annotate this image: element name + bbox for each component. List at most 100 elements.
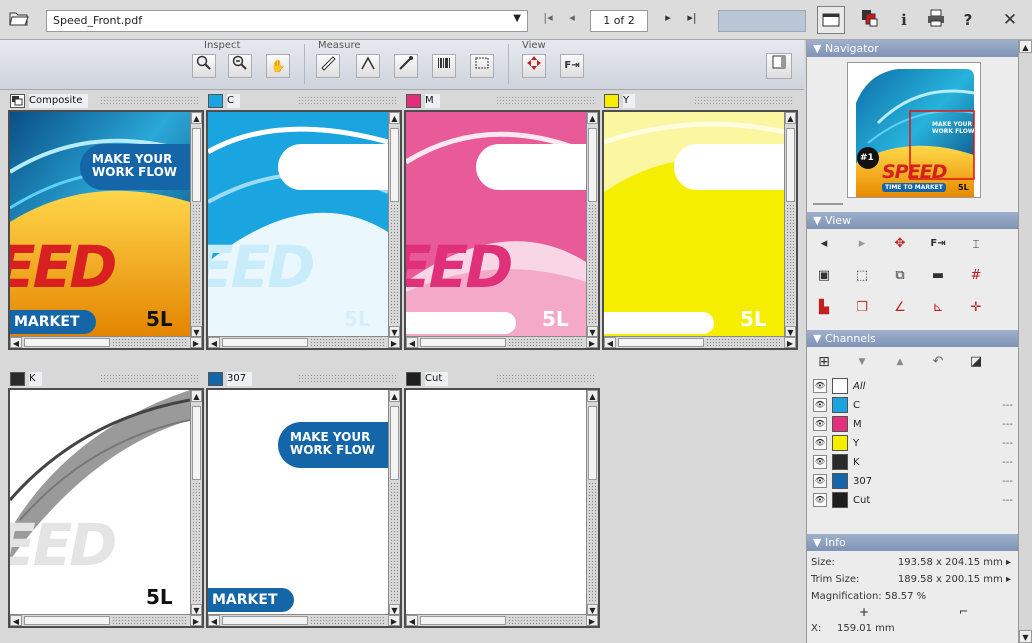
separation-preview[interactable]: MAKE YOUR WORK FLOW MARKET xyxy=(208,390,388,616)
scroll-down-icon[interactable]: ▼ xyxy=(1019,630,1032,643)
horizontal-scrollbar[interactable]: ◀ ▶ xyxy=(604,336,796,348)
last-page-icon[interactable]: ▸| xyxy=(684,11,700,24)
vertical-scrollbar[interactable]: ▲ ▼ xyxy=(190,390,202,616)
vertical-scrollbar[interactable]: ▲ ▼ xyxy=(586,390,598,616)
reset-icon[interactable]: ↶ xyxy=(927,351,949,373)
scroll-track[interactable] xyxy=(508,616,582,625)
scroll-thumb[interactable] xyxy=(420,616,506,625)
barcode-icon[interactable] xyxy=(432,54,456,78)
channel-row[interactable]: 👁 307 --- xyxy=(813,473,1013,490)
actual-size-icon[interactable]: ⌶ xyxy=(965,233,987,255)
scroll-track[interactable] xyxy=(192,482,201,602)
fit-page-icon[interactable]: F⇥ xyxy=(560,54,584,78)
next-page-icon[interactable]: ▸ xyxy=(660,11,676,24)
scroll-left-icon[interactable]: ◀ xyxy=(10,337,22,348)
trim-value[interactable]: 189.58 x 200.15 mm ▸ xyxy=(898,572,1011,587)
scroll-right-icon[interactable]: ▶ xyxy=(586,337,598,348)
channel-pane-black[interactable]: KEED5L▲▼◀▶ xyxy=(8,370,204,628)
separations-icon[interactable] xyxy=(858,8,882,32)
move-down-icon[interactable]: ▼ xyxy=(851,351,873,373)
scroll-thumb[interactable] xyxy=(588,406,597,480)
scroll-thumb[interactable] xyxy=(192,406,201,480)
contrast-icon[interactable]: ◪ xyxy=(965,351,987,373)
resize-grip[interactable] xyxy=(813,203,843,205)
pane-frame[interactable]: EED5L▲▼◀▶ xyxy=(404,110,600,350)
scroll-right-icon[interactable]: ▶ xyxy=(388,615,400,626)
pane-frame[interactable]: EED5L▲▼◀▶ xyxy=(206,110,402,350)
pane-frame[interactable]: EED5L▲▼◀▶ xyxy=(8,388,204,628)
scroll-track[interactable] xyxy=(112,338,186,347)
channel-layout-icon[interactable]: ⊞ xyxy=(813,351,835,373)
scroll-thumb[interactable] xyxy=(588,128,597,202)
scroll-track[interactable] xyxy=(588,482,597,602)
horizontal-scrollbar[interactable]: ◀ ▶ xyxy=(406,336,598,348)
scroll-track[interactable] xyxy=(310,338,384,347)
chevron-down-icon[interactable]: ▼ xyxy=(513,13,521,24)
vertical-scrollbar[interactable]: ▲ ▼ xyxy=(388,390,400,616)
pane-header[interactable]: M xyxy=(404,92,600,110)
hand-icon[interactable]: ✋ xyxy=(266,54,290,78)
horizontal-scrollbar[interactable]: ◀ ▶ xyxy=(208,336,400,348)
scroll-thumb[interactable] xyxy=(24,616,110,625)
channel-pane-composite[interactable]: Composite MAKE YOURWORK FLOW EED MARKET 5L ▲▼… xyxy=(8,92,204,350)
navigator-thumbnail[interactable]: MAKE YOUR WORK FLOW #1 SPEED TIME TO MAR… xyxy=(847,62,981,198)
scroll-track[interactable] xyxy=(588,204,597,324)
page-box-icon[interactable]: ▣ xyxy=(813,265,835,287)
fit-page-icon[interactable]: F⇥ xyxy=(927,233,949,255)
scroll-thumb[interactable] xyxy=(390,406,399,480)
scroll-up-icon[interactable]: ▲ xyxy=(389,390,400,402)
scroll-up-icon[interactable]: ▲ xyxy=(785,112,796,124)
scroll-thumb[interactable] xyxy=(786,128,795,202)
scroll-left-icon[interactable]: ◀ xyxy=(406,337,418,348)
scroll-thumb[interactable] xyxy=(390,128,399,202)
zoom-in-icon[interactable] xyxy=(192,54,216,78)
vertical-scrollbar[interactable]: ▲ ▼ xyxy=(388,112,400,338)
pane-header[interactable]: Composite xyxy=(8,92,204,110)
scroll-track[interactable] xyxy=(112,616,186,625)
channel-row[interactable]: 👁 Cut --- xyxy=(813,492,1013,509)
separation-preview[interactable]: EED 5L xyxy=(406,112,586,338)
scroll-right-icon[interactable]: ▶ xyxy=(784,337,796,348)
scroll-thumb[interactable] xyxy=(618,338,704,347)
scroll-thumb[interactable] xyxy=(192,128,201,202)
scroll-track[interactable] xyxy=(706,338,780,347)
scroll-up-icon[interactable]: ▲ xyxy=(587,112,598,124)
layer-icon[interactable]: ▙ xyxy=(813,297,835,319)
scroll-up-icon[interactable]: ▲ xyxy=(587,390,598,402)
eye-icon[interactable]: 👁 xyxy=(813,474,827,488)
scroll-thumb[interactable] xyxy=(420,338,506,347)
area-icon[interactable] xyxy=(470,54,494,78)
vertical-scrollbar[interactable]: ▲ ▼ xyxy=(784,112,796,338)
size-value[interactable]: 193.58 x 204.15 mm ▸ xyxy=(898,555,1011,570)
eye-icon[interactable]: 👁 xyxy=(813,417,827,431)
eye-icon[interactable]: 👁 xyxy=(813,379,827,393)
info-icon[interactable]: i xyxy=(892,8,916,32)
horizontal-scrollbar[interactable]: ◀ ▶ xyxy=(208,614,400,626)
zoom-out-icon[interactable] xyxy=(228,54,252,78)
pane-frame[interactable]: MAKE YOUR WORK FLOW MARKET ▲ ▼ ◀ ▶ xyxy=(206,388,402,628)
pane-frame[interactable]: MAKE YOURWORK FLOWEEDMARKET5L▲▼◀▶ xyxy=(8,110,204,350)
separation-preview[interactable]: EED 5L xyxy=(10,390,190,616)
vertical-scrollbar[interactable]: ▲ ▼ xyxy=(586,112,598,338)
separation-preview[interactable]: EED 5L xyxy=(208,112,388,338)
scroll-thumb[interactable] xyxy=(222,616,308,625)
first-page-icon[interactable]: |◂ xyxy=(540,11,556,24)
scroll-left-icon[interactable]: ◀ xyxy=(604,337,616,348)
scroll-left-icon[interactable]: ◀ xyxy=(208,337,220,348)
view-mode-button[interactable] xyxy=(817,6,845,34)
channel-pane-magenta[interactable]: MEED5L▲▼◀▶ xyxy=(404,92,600,350)
trim-icon[interactable]: ▬ xyxy=(927,265,949,287)
scroll-up-icon[interactable]: ▲ xyxy=(389,112,400,124)
eye-icon[interactable]: 👁 xyxy=(813,398,827,412)
scroll-thumb[interactable] xyxy=(222,338,308,347)
scroll-up-icon[interactable]: ▲ xyxy=(191,390,202,402)
scroll-left-icon[interactable]: ◀ xyxy=(406,615,418,626)
vertical-scrollbar[interactable]: ▲ ▼ xyxy=(190,112,202,338)
info-header[interactable]: ▼ Info xyxy=(807,534,1019,551)
channel-row[interactable]: 👁 K --- xyxy=(813,454,1013,471)
axis-icon[interactable]: ⊾ xyxy=(927,297,949,319)
scroll-track[interactable] xyxy=(786,204,795,324)
previous-page-icon[interactable]: ◂ xyxy=(564,11,580,24)
eye-icon[interactable]: 👁 xyxy=(813,455,827,469)
scroll-track[interactable] xyxy=(508,338,582,347)
